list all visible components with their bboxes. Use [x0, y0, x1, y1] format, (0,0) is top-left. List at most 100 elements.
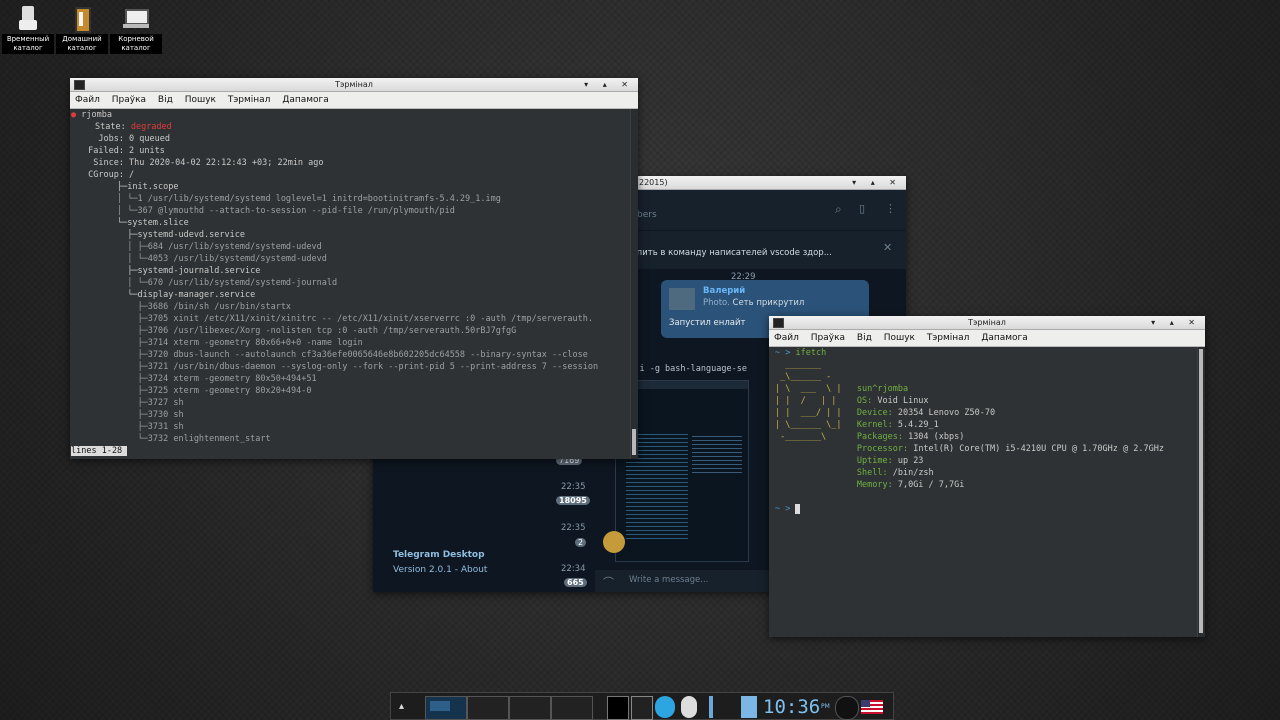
cgroup-tree-line: ├─init.scope	[71, 182, 179, 192]
window-title: 22015)	[639, 178, 668, 187]
fetch-key: Packages:	[856, 432, 903, 442]
us-flag-icon[interactable]	[861, 700, 883, 714]
cgroup-tree-line: └─display-manager.service	[71, 290, 256, 300]
menu-search[interactable]: Пошук	[185, 95, 216, 105]
menu-file[interactable]: Файл	[75, 95, 100, 105]
terminal-task-icon[interactable]	[631, 696, 653, 720]
cgroup-tree-line: ├─3686 /bin/sh /usr/bin/startx	[71, 302, 292, 312]
chat-time: 22:35	[561, 482, 586, 492]
terminal-titlebar[interactable]: Тэрмінал ▾ ▴ ✕	[769, 316, 1205, 330]
fetch-value: 5.4.29_1	[892, 420, 939, 430]
shell-command: ifetch	[795, 348, 827, 358]
terminal-titlebar[interactable]: Тэрмінал ▾ ▴ ✕	[70, 78, 638, 92]
volume-icon[interactable]	[835, 696, 859, 720]
terminal-menubar: Файл Праўка Від Пошук Тэрмінал Дапамога	[70, 92, 638, 109]
pager-status: lines 1-28	[71, 446, 123, 456]
unread-badge: 18095	[556, 496, 590, 505]
ascii-logo-line: | \______ \_|	[775, 420, 857, 430]
state-value: degraded	[130, 122, 172, 132]
desktop-icon-label: каталог	[121, 44, 151, 52]
menu-edit[interactable]: Праўка	[811, 333, 845, 343]
menu-edit[interactable]: Праўка	[112, 95, 146, 105]
search-icon[interactable]: ⌕	[835, 202, 842, 217]
shell-prompt: ~ >	[775, 504, 796, 514]
desktop-icon-label: Домашний	[62, 35, 102, 43]
desktop-icon-home[interactable]: Домашний каталог	[56, 4, 108, 54]
pager-desktop-3[interactable]	[509, 696, 551, 720]
cgroup-tree-line: ├─3714 xterm -geometry 80x66+0+0 -name l…	[71, 338, 363, 348]
window-controls[interactable]: ▾ ▴ ✕	[584, 78, 634, 91]
cgroup-tree-line: │ ├─684 /usr/lib/systemd/systemd-udevd	[71, 242, 322, 252]
scrollbar-thumb[interactable]	[632, 429, 636, 455]
folder-icon	[13, 4, 43, 32]
fetch-value: Void Linux	[872, 396, 929, 406]
menu-help[interactable]: Дапамога	[282, 95, 329, 105]
fetch-value: /bin/zsh	[887, 468, 934, 478]
message-code: npm i -g bash-language-se	[619, 364, 747, 374]
fetch-key: OS:	[856, 396, 873, 406]
host-name: rjomba	[81, 110, 112, 120]
terminal-output[interactable]: ● rjomba State: degraded Jobs: 0 queued …	[70, 109, 631, 459]
terminal-window-main[interactable]: Тэрмінал ▾ ▴ ✕ Файл Праўка Від Пошук Тэр…	[70, 78, 638, 459]
ascii-logo-line: -_______\	[775, 432, 857, 442]
pager-desktop-2[interactable]	[467, 696, 509, 720]
sidebar-toggle-icon[interactable]: ▯	[859, 202, 865, 215]
terminal-window-secondary[interactable]: Тэрмінал ▾ ▴ ✕ Файл Праўка Від Пошук Тэр…	[769, 316, 1205, 637]
taskbar: ▴ 10:36 PM	[390, 692, 894, 720]
menu-search[interactable]: Пошук	[884, 333, 915, 343]
xterm-task-icon[interactable]	[607, 696, 629, 720]
message-text: Сеть прикрутил	[732, 298, 805, 308]
window-title: Тэрмінал	[335, 80, 373, 89]
cgroup-tree-line: ├─3725 xterm -geometry 80x20+494-0	[71, 386, 312, 396]
shell-prompt: ~ >	[775, 348, 796, 358]
fetch-value: 1304 (xbps)	[902, 432, 965, 442]
terminal-menubar: Файл Праўка Від Пошук Тэрмінал Дапамога	[769, 330, 1205, 347]
ascii-logo-line	[775, 480, 857, 490]
menu-view[interactable]: Від	[857, 333, 872, 343]
ascii-logo-line	[775, 444, 857, 454]
cgroup-tree-line: └─system.slice	[71, 218, 189, 228]
cgroup-tree-line: │ └─4053 /usr/lib/systemd/systemd-udevd	[71, 254, 327, 264]
pager-desktop-4[interactable]	[551, 696, 593, 720]
chat-members: bers	[637, 210, 657, 220]
battery-icon[interactable]	[741, 696, 757, 718]
clock-time[interactable]: 10:36	[763, 696, 820, 718]
chat-time: 22:35	[561, 523, 586, 533]
more-icon[interactable]: ⋮	[885, 202, 896, 215]
fetch-key: Processor:	[856, 444, 909, 454]
app-name: Telegram Desktop	[393, 550, 485, 560]
message-caption: Запустил енлайт	[669, 318, 746, 328]
fetch-value: 20354 Lenovo Z50-70	[892, 408, 996, 418]
telegram-task-icon[interactable]	[655, 696, 675, 718]
fetch-key: Memory:	[856, 480, 893, 490]
jobs-line: Jobs: 0 queued	[83, 134, 170, 144]
about-link[interactable]: About	[461, 565, 488, 575]
terminal-output[interactable]: ~ > ifetch _______ _\______ - | \ ___ \ …	[769, 347, 1201, 637]
window-controls[interactable]: ▾ ▴ ✕	[852, 176, 902, 189]
ascii-logo-line: | | ___/ | |	[775, 408, 857, 418]
ascii-logo-line	[775, 468, 857, 478]
avatar[interactable]	[603, 531, 625, 553]
menu-terminal[interactable]: Тэрмінал	[927, 333, 970, 343]
desktop-icon-root[interactable]: Корневой каталог	[110, 4, 162, 54]
message-input[interactable]: Write a message...	[629, 575, 708, 585]
thermometer-icon[interactable]	[709, 696, 713, 718]
pager-desktop-1[interactable]	[425, 696, 467, 720]
terminal-scrollbar[interactable]	[630, 109, 638, 459]
window-controls[interactable]: ▾ ▴ ✕	[1151, 316, 1201, 329]
close-icon[interactable]: ✕	[883, 241, 892, 254]
cgroup-tree-line: ├─3720 dbus-launch --autolaunch cf3a36ef…	[71, 350, 588, 360]
menu-view[interactable]: Від	[158, 95, 173, 105]
lightbulb-icon[interactable]	[681, 696, 697, 718]
menu-terminal[interactable]: Тэрмінал	[228, 95, 271, 105]
menu-help[interactable]: Дапамога	[981, 333, 1028, 343]
photo-thumb[interactable]	[669, 288, 695, 310]
terminal-scrollbar[interactable]	[1197, 347, 1205, 637]
chat-time: 22:34	[561, 564, 586, 574]
chevron-up-icon[interactable]: ▴	[399, 696, 404, 718]
attach-icon[interactable]: ⌒	[603, 574, 614, 590]
menu-file[interactable]: Файл	[774, 333, 799, 343]
desktop-icon-temp[interactable]: Временный каталог	[2, 4, 54, 54]
cgroup-tree-line: │ └─367 @lymouthd --attach-to-session --…	[71, 206, 455, 216]
scrollbar-thumb[interactable]	[1199, 349, 1203, 633]
